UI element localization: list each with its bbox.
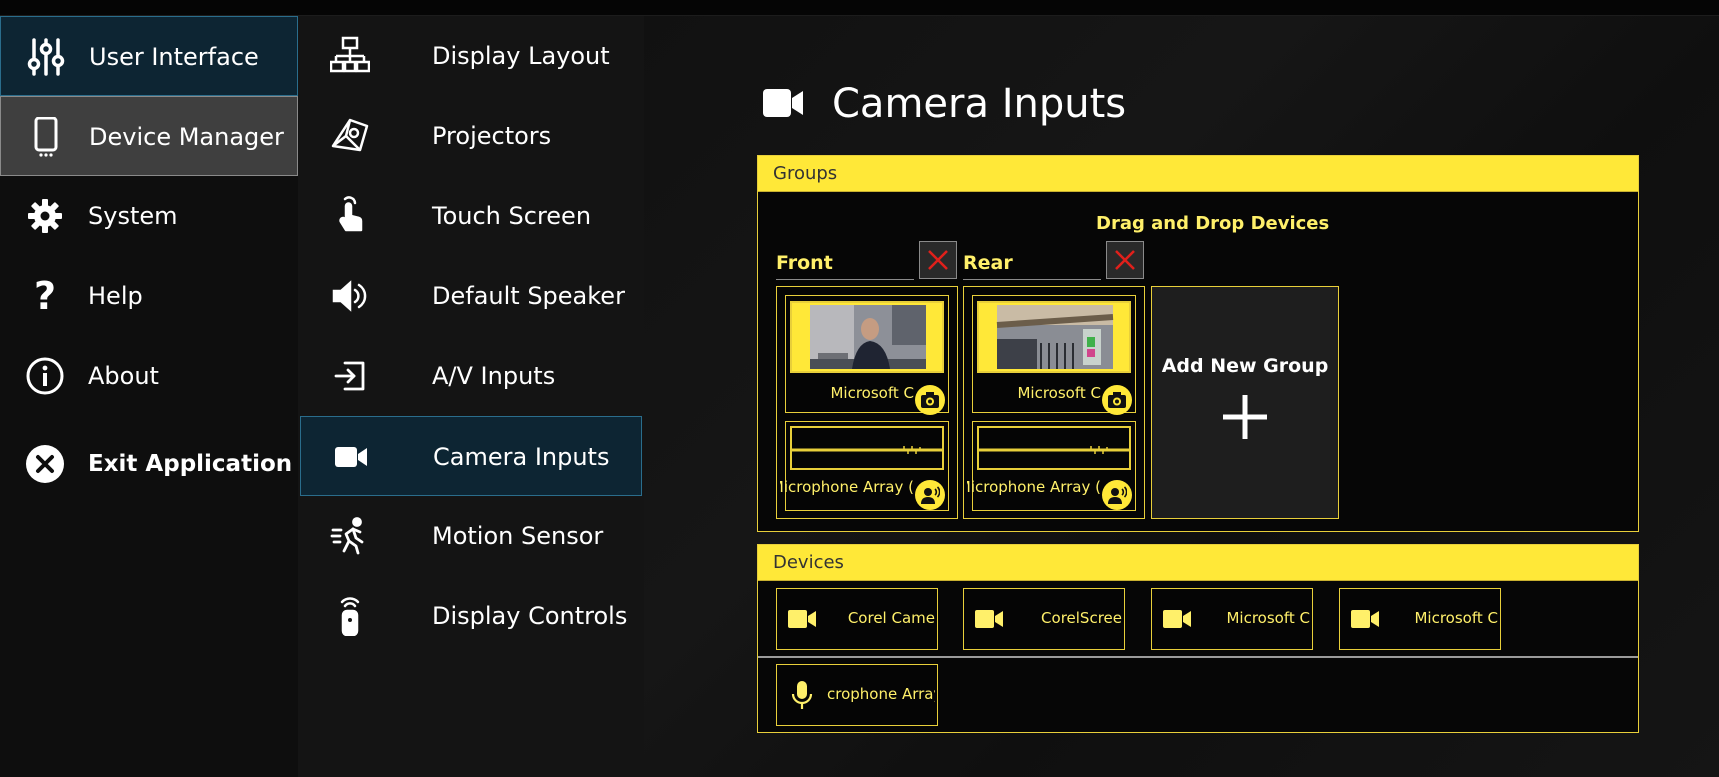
subnav-item-motion-sensor[interactable]: Motion Sensor <box>300 496 642 576</box>
camera-card[interactable]: Microsoft C <box>972 295 1136 415</box>
subnav-item-projectors[interactable]: Projectors <box>300 96 642 176</box>
gear-icon <box>24 195 66 237</box>
devices-divider <box>758 656 1638 658</box>
top-bar <box>0 0 1719 16</box>
microphone-card-label: Microphone Array ( <box>967 478 1101 496</box>
sidebar-item-user-interface[interactable]: User Interface <box>0 16 298 96</box>
sidebar-item-label: Exit Application <box>88 451 293 477</box>
info-icon <box>24 355 66 397</box>
subnav-item-touch-screen[interactable]: Touch Screen <box>300 176 642 256</box>
video-camera-icon <box>785 605 819 633</box>
camera-card-label: Microsoft C <box>1017 384 1101 402</box>
sliders-icon <box>25 36 67 78</box>
sidebar-item-label: System <box>88 202 178 230</box>
devices-panel-header: Devices <box>758 545 1638 581</box>
group-drop-zone[interactable]: Microsoft C Microphone Array ( <box>963 286 1145 519</box>
sidebar-item-help[interactable]: ? Help <box>0 256 298 336</box>
delete-group-button[interactable] <box>919 241 957 279</box>
sidebar-item-label: About <box>88 362 159 390</box>
device-card-label: Microsoft C <box>1226 609 1310 627</box>
touch-icon <box>330 196 370 236</box>
video-camera-icon <box>1348 605 1382 633</box>
subnav-item-label: Display Layout <box>432 42 610 70</box>
subnav-item-label: Display Controls <box>432 602 628 630</box>
subnav-item-camera-inputs[interactable]: Camera Inputs <box>300 416 642 496</box>
close-circle-icon <box>24 443 66 485</box>
add-group-label: Add New Group <box>1161 355 1329 377</box>
subnav-item-label: Camera Inputs <box>433 443 610 471</box>
add-new-group-button[interactable]: Add New Group <box>1151 286 1339 519</box>
video-camera-icon <box>763 89 803 117</box>
group-name-field[interactable]: Front <box>776 250 914 280</box>
subnav-item-label: Motion Sensor <box>432 522 604 550</box>
subnav-item-display-layout[interactable]: Display Layout <box>300 16 642 96</box>
sidebar-item-label: User Interface <box>89 43 259 71</box>
delete-group-button[interactable] <box>1106 241 1144 279</box>
audio-level-bar <box>790 426 944 470</box>
device-card[interactable]: Microsoft C <box>1151 588 1313 650</box>
device-card[interactable]: Microsoft C <box>1339 588 1501 650</box>
microphone-card[interactable]: Microphone Array ( <box>967 421 1136 511</box>
speaker-person-icon <box>915 480 945 510</box>
group-name-field[interactable]: Rear <box>963 250 1101 280</box>
microphone-icon <box>785 681 819 709</box>
device-card[interactable]: crophone Array (R <box>776 664 938 726</box>
red-x-icon <box>1115 250 1135 270</box>
remote-icon <box>330 596 370 636</box>
device-card[interactable]: CorelScree <box>963 588 1125 650</box>
device-card-label: Microsoft C <box>1414 609 1498 627</box>
phone-icon <box>25 116 67 158</box>
subnav-item-label: Default Speaker <box>432 282 625 310</box>
network-icon <box>330 36 370 76</box>
speaker-icon <box>330 276 370 316</box>
sidebar-item-system[interactable]: System <box>0 176 298 256</box>
subnav-item-label: A/V Inputs <box>432 362 556 390</box>
question-icon: ? <box>33 274 57 318</box>
sidebar-item-device-manager[interactable]: Device Manager <box>0 96 298 176</box>
page-title: Camera Inputs <box>832 81 1127 127</box>
sidebar-item-label: Device Manager <box>89 123 284 151</box>
sidebar-item-exit-application[interactable]: Exit Application <box>0 424 298 504</box>
subnav-item-av-inputs[interactable]: A/V Inputs <box>300 336 642 416</box>
microphone-card-label: Microphone Array ( <box>780 478 914 496</box>
subnav-item-label: Projectors <box>432 122 552 150</box>
microphone-card[interactable]: Microphone Array ( <box>780 421 949 511</box>
subnav-item-default-speaker[interactable]: Default Speaker <box>300 256 642 336</box>
input-icon <box>330 356 370 396</box>
camera-preview <box>790 301 944 373</box>
sidebar-item-label: Help <box>88 282 143 310</box>
video-camera-icon <box>331 437 371 477</box>
device-card-label: Corel Came <box>847 609 935 627</box>
speaker-person-icon <box>1102 480 1132 510</box>
plus-icon <box>1223 395 1267 439</box>
groups-panel-header: Groups <box>758 156 1638 192</box>
sidebar-item-about[interactable]: About <box>0 336 298 416</box>
drag-drop-hint: Drag and Drop Devices <box>1096 213 1330 234</box>
subnav-item-label: Touch Screen <box>432 202 592 230</box>
running-person-icon <box>330 516 370 556</box>
camera-card-label: Microsoft C <box>830 384 914 402</box>
camera-card[interactable]: Microsoft C <box>785 295 949 415</box>
video-camera-icon <box>972 605 1006 633</box>
device-card[interactable]: Corel Came <box>776 588 938 650</box>
camera-badge-icon <box>1102 385 1132 415</box>
camera-preview <box>977 301 1131 373</box>
device-card-label: crophone Array (R <box>827 685 935 703</box>
video-camera-icon <box>1160 605 1194 633</box>
subnav-item-display-controls[interactable]: Display Controls <box>300 576 642 656</box>
projector-icon <box>330 116 370 156</box>
camera-badge-icon <box>915 385 945 415</box>
group-drop-zone[interactable]: Microsoft C Microphone Array ( <box>776 286 958 519</box>
red-x-icon <box>928 250 948 270</box>
device-card-label: CorelScree <box>1041 609 1122 627</box>
audio-level-bar <box>977 426 1131 470</box>
